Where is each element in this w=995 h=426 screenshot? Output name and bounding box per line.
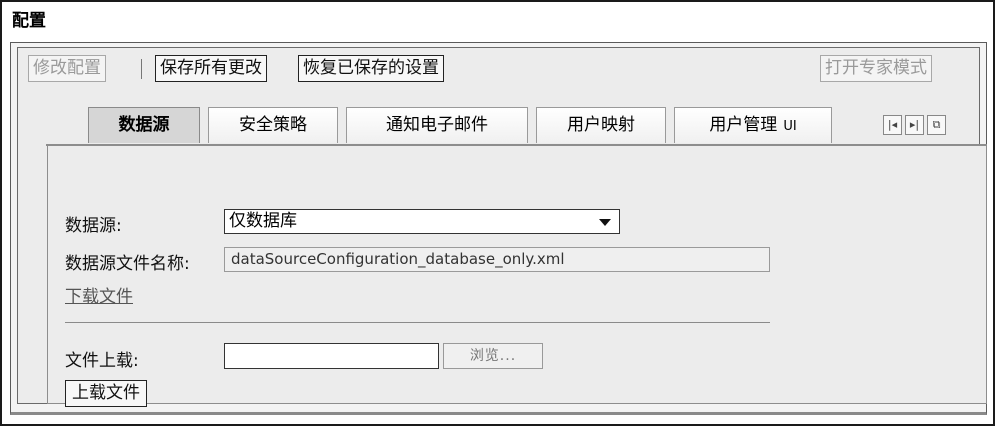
tab-label: 数据源 bbox=[118, 115, 170, 135]
toolbar: 修改配置 保存所有更改 恢复已保存的设置 打开专家模式 bbox=[28, 55, 968, 83]
page-title: 配置 bbox=[12, 11, 46, 31]
tab-label: 通知电子邮件 bbox=[386, 115, 488, 135]
datasource-label: 数据源: bbox=[65, 216, 122, 236]
save-all-changes-button[interactable]: 保存所有更改 bbox=[155, 55, 267, 82]
filename-field: dataSourceConfiguration_database_only.xm… bbox=[224, 247, 770, 272]
datasource-panel: 数据源: 仅数据库 数据源文件名称: dataSourceConfigurati… bbox=[47, 146, 987, 407]
file-upload-input[interactable] bbox=[224, 343, 439, 369]
tab-label: 用户管理 bbox=[709, 115, 778, 135]
tab-label: 用户映射 bbox=[567, 115, 635, 135]
tab-user-management[interactable]: 用户管理 UI bbox=[674, 107, 832, 143]
datasource-select-value: 仅数据库 bbox=[229, 211, 297, 231]
tab-security-policy[interactable]: 安全策略 bbox=[208, 107, 338, 143]
tab-notification-email[interactable]: 通知电子邮件 bbox=[346, 107, 528, 143]
upload-file-button[interactable]: 上载文件 bbox=[65, 380, 147, 407]
file-upload-label: 文件上载: bbox=[65, 351, 139, 371]
toolbar-separator bbox=[141, 59, 142, 79]
tab-strip: 数据源 安全策略 通知电子邮件 用户映射 用户管理 UI bbox=[68, 107, 848, 145]
tab-label: 安全策略 bbox=[239, 115, 307, 135]
skip-to-first-icon[interactable]: |◂ bbox=[883, 115, 902, 135]
open-expert-mode-button[interactable]: 打开专家模式 bbox=[820, 55, 932, 82]
inner-panel: 修改配置 保存所有更改 恢复已保存的设置 打开专家模式 数据源 安全策略 通知电… bbox=[17, 47, 987, 407]
chevron-down-icon bbox=[599, 219, 611, 226]
skip-to-last-icon[interactable]: ▸| bbox=[905, 115, 924, 135]
outer-panel: 修改配置 保存所有更改 恢复已保存的设置 打开专家模式 数据源 安全策略 通知电… bbox=[10, 42, 987, 415]
tab-datasource[interactable]: 数据源 bbox=[88, 107, 200, 143]
datasource-select[interactable]: 仅数据库 bbox=[224, 209, 620, 234]
edit-config-button[interactable]: 修改配置 bbox=[28, 55, 106, 82]
restore-saved-settings-button[interactable]: 恢复已保存的设置 bbox=[298, 55, 444, 82]
divider bbox=[65, 322, 770, 323]
download-file-link[interactable]: 下载文件 bbox=[65, 282, 133, 307]
tab-suffix: UI bbox=[783, 119, 797, 134]
tab-user-mapping[interactable]: 用户映射 bbox=[536, 107, 666, 143]
browse-button[interactable]: 浏览... bbox=[443, 343, 543, 369]
tab-list-icon[interactable]: ⧉ bbox=[927, 115, 946, 135]
filename-label: 数据源文件名称: bbox=[65, 254, 190, 274]
config-window: 配置 修改配置 保存所有更改 恢复已保存的设置 打开专家模式 数据源 安全策略 … bbox=[0, 0, 995, 426]
